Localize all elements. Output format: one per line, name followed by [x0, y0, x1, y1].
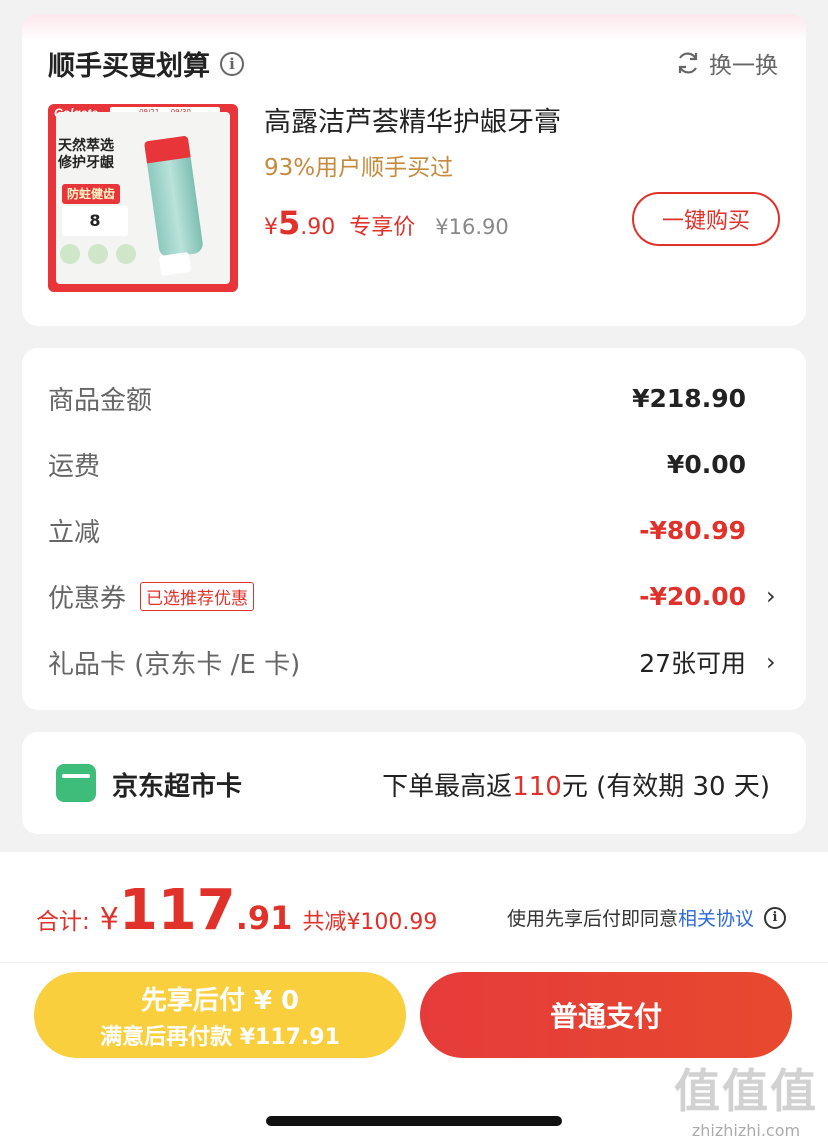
watermark-logo: 值值值 zhizhizhi.com	[674, 1055, 818, 1140]
supermarket-card[interactable]: 京东超市卡 下单最高返110元 (有效期 30 天)	[22, 732, 806, 834]
summary-value: -¥20.00 ›	[639, 582, 780, 611]
pay-later-line1: 先享后付 ¥ 0	[140, 985, 300, 1016]
product-price: ¥ 5 .90 专享价 ¥16.90	[264, 204, 509, 242]
summary-label: 运费	[48, 451, 101, 482]
summary-label: 立减	[48, 517, 101, 548]
product-image-slogan: 天然萃选 修护牙龈	[58, 138, 114, 172]
product-image-slogan-1: 天然萃选	[58, 138, 114, 154]
product-image-price: 8	[62, 206, 128, 236]
pay-later-button[interactable]: 先享后付 ¥ 0 满意后再付款 ¥117.91	[34, 972, 406, 1058]
desc-prefix: 下单最高返	[382, 772, 513, 802]
desc-highlight: 110	[512, 772, 562, 802]
summary-label: 优惠券 已选推荐优惠	[48, 578, 255, 615]
summary-label: 商品金额	[48, 385, 153, 416]
summary-row-goods: 商品金额 ¥218.90	[48, 378, 780, 418]
total-saved: 共减¥100.99	[302, 910, 438, 935]
desc-suffix: 元 (有效期 30 天)	[561, 772, 770, 802]
shipping-amount: ¥0.00	[666, 449, 746, 479]
agreement-link[interactable]: 相关协议	[678, 904, 754, 931]
summary-value: ¥0.00	[667, 450, 780, 479]
product-subtitle: 93%用户顺手买过	[264, 155, 454, 181]
swap-label: 换一换	[709, 53, 778, 79]
agreement-text: 使用先享后付即同意	[506, 908, 678, 930]
price-dec: .90	[300, 215, 336, 240]
original-price: ¥16.90	[435, 215, 509, 239]
summary-value: 27张可用 ›	[639, 644, 780, 680]
chevron-right-icon[interactable]: ›	[766, 648, 780, 676]
product-name[interactable]: 高露洁芦荟精华护龈牙膏	[264, 100, 561, 139]
summary-label: 礼品卡 (京东卡 /E 卡)	[48, 649, 301, 680]
total-label: 合计:	[36, 909, 90, 935]
summary-value: ¥218.90	[632, 384, 780, 413]
normal-pay-button[interactable]: 普通支付	[420, 972, 792, 1058]
info-icon[interactable]: i	[764, 906, 786, 929]
divider	[0, 962, 828, 963]
supermarket-card-title: 京东超市卡	[112, 772, 243, 802]
checkout-bar: 合计: ¥ 117 .91 共减¥100.99 使用先享后付即同意 相关协议 i…	[0, 852, 828, 1144]
summary-row-discount: 立减 -¥80.99	[48, 510, 780, 550]
product-image-features	[60, 244, 136, 264]
summary-value: -¥80.99	[639, 516, 780, 545]
info-icon[interactable]: i	[220, 51, 244, 76]
order-summary-card: 商品金额 ¥218.90 运费 ¥0.00 立减 -¥80.99 优惠券 已选推…	[22, 348, 806, 710]
bundle-card: 顺手买更划算 i 换一换 Colgate 09/21 — 09/30 天然萃选 …	[22, 14, 806, 326]
supermarket-card-desc: 下单最高返110元 (有效期 30 天)	[382, 766, 770, 803]
summary-row-shipping: 运费 ¥0.00	[48, 444, 780, 484]
price-tag: 专享价	[349, 215, 416, 240]
one-click-buy-button[interactable]: 一键购买	[632, 192, 780, 246]
total-dec: .91	[235, 899, 293, 937]
coupon-label: 优惠券	[48, 583, 127, 614]
goods-amount: ¥218.90	[632, 383, 746, 413]
coupon-amount: -¥20.00	[639, 581, 746, 611]
summary-row-coupon[interactable]: 优惠券 已选推荐优惠 -¥20.00 ›	[48, 576, 780, 616]
watermark-small: zhizhizhi.com	[691, 1121, 801, 1140]
total-amount: 合计: ¥ 117 .91 共减¥100.99	[36, 878, 437, 943]
giftcard-available: 27张可用	[639, 649, 746, 678]
home-indicator[interactable]	[266, 1116, 562, 1126]
agreement-note: 使用先享后付即同意 相关协议 i	[507, 904, 786, 931]
refresh-icon	[678, 52, 698, 74]
card-icon	[56, 764, 96, 802]
chevron-right-icon[interactable]: ›	[766, 582, 780, 610]
product-image[interactable]: Colgate 09/21 — 09/30 天然萃选 修护牙龈 防蛀健齿 8	[48, 104, 238, 292]
bundle-title: 顺手买更划算 i	[48, 44, 244, 83]
product-image-slogan-2: 修护牙龈	[58, 155, 114, 171]
total-currency: ¥	[99, 902, 119, 937]
product-image-tag: 防蛀健齿	[62, 184, 120, 204]
total-int: 117	[118, 878, 236, 943]
price-int: 5	[278, 204, 301, 242]
bundle-title-text: 顺手买更划算	[48, 51, 210, 82]
watermark-big: 值值值	[674, 1064, 818, 1118]
summary-row-giftcard[interactable]: 礼品卡 (京东卡 /E 卡) 27张可用 ›	[48, 642, 780, 682]
coupon-badge: 已选推荐优惠	[140, 581, 255, 611]
price-currency: ¥	[264, 215, 278, 240]
pay-later-line2: 满意后再付款 ¥117.91	[100, 1024, 340, 1050]
swap-button[interactable]: 换一换	[675, 46, 778, 80]
toothpaste-cap	[158, 252, 192, 276]
discount-amount: -¥80.99	[639, 515, 746, 545]
